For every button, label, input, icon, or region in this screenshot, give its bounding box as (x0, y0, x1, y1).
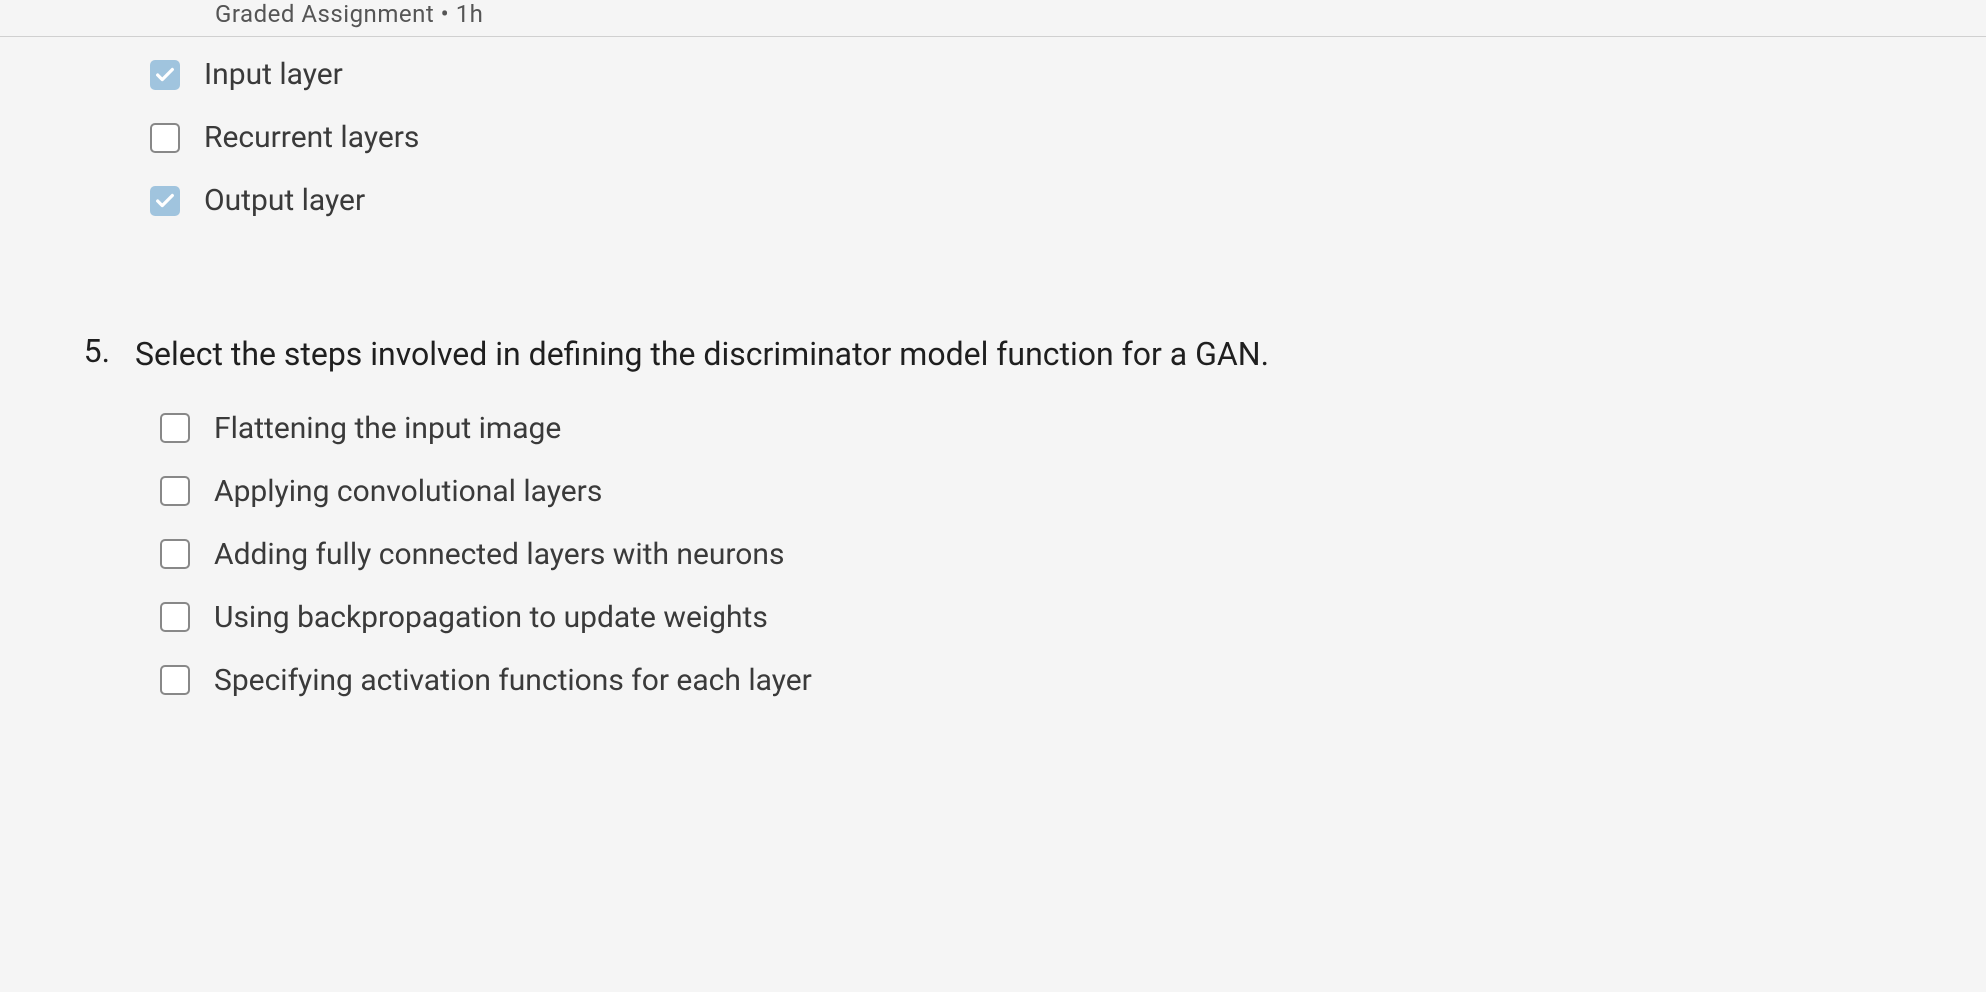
checkbox-recurrent-layers[interactable] (150, 123, 180, 153)
option-label: Recurrent layers (204, 120, 419, 155)
checkbox-output-layer[interactable] (150, 186, 180, 216)
question-prompt-row: 5. Select the steps involved in defining… (0, 322, 1986, 397)
option-label: Applying convolutional layers (214, 474, 602, 509)
option-label: Using backpropagation to update weights (214, 600, 768, 635)
option-label: Adding fully connected layers with neuro… (214, 537, 784, 572)
option-row: Adding fully connected layers with neuro… (0, 523, 1986, 586)
option-row: Applying convolutional layers (0, 460, 1986, 523)
question-text: Select the steps involved in defining th… (135, 332, 1269, 377)
spacer (0, 232, 1986, 312)
checkbox-flattening[interactable] (160, 413, 190, 443)
option-row: Specifying activation functions for each… (0, 649, 1986, 712)
option-row: Recurrent layers (0, 106, 1986, 169)
question-5: 5. Select the steps involved in defining… (0, 312, 1986, 712)
breadcrumb: Graded Assignment • 1h (0, 0, 1986, 28)
check-icon (154, 64, 176, 86)
option-label: Flattening the input image (214, 411, 561, 446)
option-row: Using backpropagation to update weights (0, 586, 1986, 649)
option-row: Input layer (0, 43, 1986, 106)
option-label: Specifying activation functions for each… (214, 663, 812, 698)
question-4-options: Input layer Recurrent layers Output laye… (0, 37, 1986, 232)
checkbox-input-layer[interactable] (150, 60, 180, 90)
question-number: 5. (70, 332, 135, 370)
option-label: Output layer (204, 183, 365, 218)
option-row: Output layer (0, 169, 1986, 232)
checkbox-backpropagation[interactable] (160, 602, 190, 632)
checkbox-convolutional[interactable] (160, 476, 190, 506)
option-label: Input layer (204, 57, 343, 92)
checkbox-activation-functions[interactable] (160, 665, 190, 695)
check-icon (154, 190, 176, 212)
option-row: Flattening the input image (0, 397, 1986, 460)
checkbox-fully-connected[interactable] (160, 539, 190, 569)
